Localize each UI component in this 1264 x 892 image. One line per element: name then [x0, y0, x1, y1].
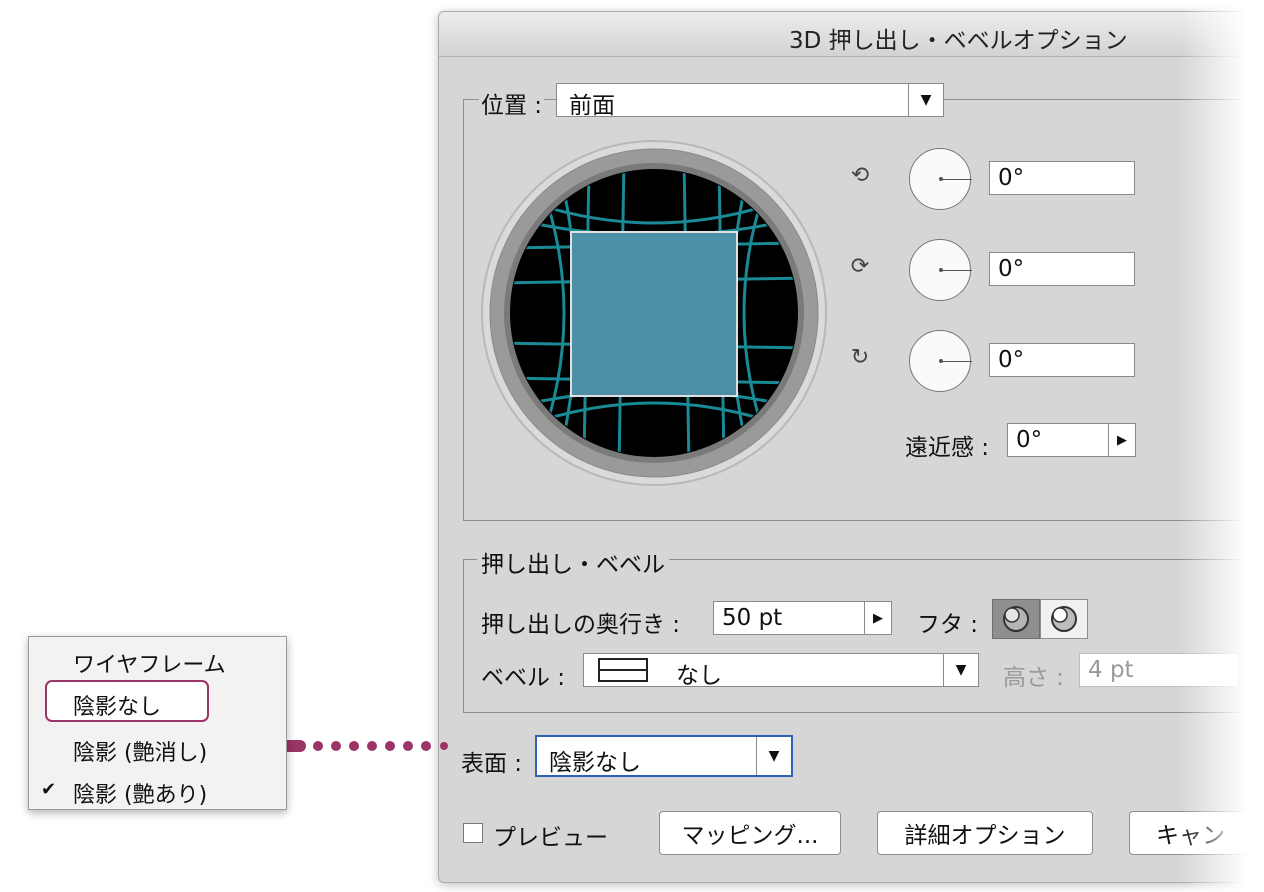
dialog-title: 3D 押し出し・ベベルオプション: [789, 28, 1128, 54]
chevron-down-icon: ▼: [943, 654, 978, 686]
y-axis-dial[interactable]: [909, 239, 972, 301]
x-axis-angle-field[interactable]: 0°: [989, 161, 1135, 195]
chevron-down-icon: ▼: [756, 737, 791, 775]
mapping-button[interactable]: マッピング...: [659, 811, 841, 855]
bevel-height-field[interactable]: 4 pt: [1079, 653, 1239, 687]
dialog-titlebar: 3D 押し出し・ベベルオプション: [439, 12, 1264, 57]
perspective-slider-button[interactable]: ▶: [1108, 423, 1136, 457]
z-axis-angle-field[interactable]: 0°: [989, 343, 1135, 377]
x-axis-rotate-icon: ⟲: [850, 163, 870, 188]
menu-item-plastic-shading[interactable]: 陰影 (艶あり): [73, 777, 207, 809]
cap-on-icon: [1003, 606, 1029, 632]
menu-item-no-shading[interactable]: 陰影なし: [73, 689, 161, 721]
more-options-button[interactable]: 詳細オプション: [877, 811, 1093, 855]
extrude-depth-slider-button[interactable]: ▶: [864, 601, 892, 635]
cap-off-icon: [1051, 606, 1077, 632]
extrude-bevel-group-label: 押し出し・ベベル: [477, 545, 669, 579]
z-axis-rotate-icon: ↻: [850, 345, 870, 370]
extrude-bevel-options-dialog: 3D 押し出し・ベベルオプション 位置 : 前面 ▼ ⟲ 0° ⟳ 0° ↻ 0…: [438, 11, 1264, 883]
preview-checkbox[interactable]: [463, 823, 483, 843]
checkmark-icon: ✔: [41, 779, 57, 800]
position-dropdown[interactable]: 前面 ▼: [556, 83, 944, 119]
bevel-height-label: 高さ :: [1003, 665, 1065, 691]
surface-popup-menu: ワイヤフレーム 陰影なし 陰影 (艶消し) ✔ 陰影 (艶あり): [28, 636, 287, 810]
bevel-label: ベベル :: [481, 665, 566, 691]
bevel-shape-icon: [598, 658, 648, 682]
x-axis-dial[interactable]: [909, 148, 972, 210]
rotation-track-cube[interactable]: [479, 138, 829, 488]
cap-label: フタ :: [917, 612, 979, 638]
bevel-dropdown-value: なし: [676, 663, 722, 689]
bevel-dropdown[interactable]: なし ▼: [583, 653, 979, 689]
cap-on-button[interactable]: [992, 599, 1040, 639]
y-axis-angle-field[interactable]: 0°: [989, 252, 1135, 286]
cap-off-button[interactable]: [1040, 599, 1088, 639]
perspective-field[interactable]: 0°: [1007, 423, 1109, 457]
perspective-label: 遠近感 :: [905, 435, 990, 461]
position-dropdown-value: 前面: [569, 93, 615, 119]
menu-item-wireframe[interactable]: ワイヤフレーム: [73, 647, 226, 679]
menu-item-diffuse-shading[interactable]: 陰影 (艶消し): [73, 735, 207, 767]
surface-dropdown[interactable]: 陰影なし ▼: [535, 735, 793, 777]
surface-dropdown-value: 陰影なし: [549, 750, 641, 776]
z-axis-dial[interactable]: [909, 330, 972, 392]
preview-label: プレビュー: [493, 825, 608, 851]
position-label: 位置 :: [479, 86, 545, 120]
chevron-down-icon: ▼: [908, 84, 943, 116]
extrude-depth-label: 押し出しの奥行き :: [481, 612, 681, 638]
cube-front-face: [570, 231, 738, 397]
extrude-depth-field[interactable]: 50 pt: [713, 601, 865, 635]
surface-label: 表面 :: [461, 751, 523, 777]
y-axis-rotate-icon: ⟳: [850, 254, 870, 279]
position-group-rule: [947, 99, 1264, 110]
cancel-button[interactable]: キャン: [1129, 811, 1264, 855]
